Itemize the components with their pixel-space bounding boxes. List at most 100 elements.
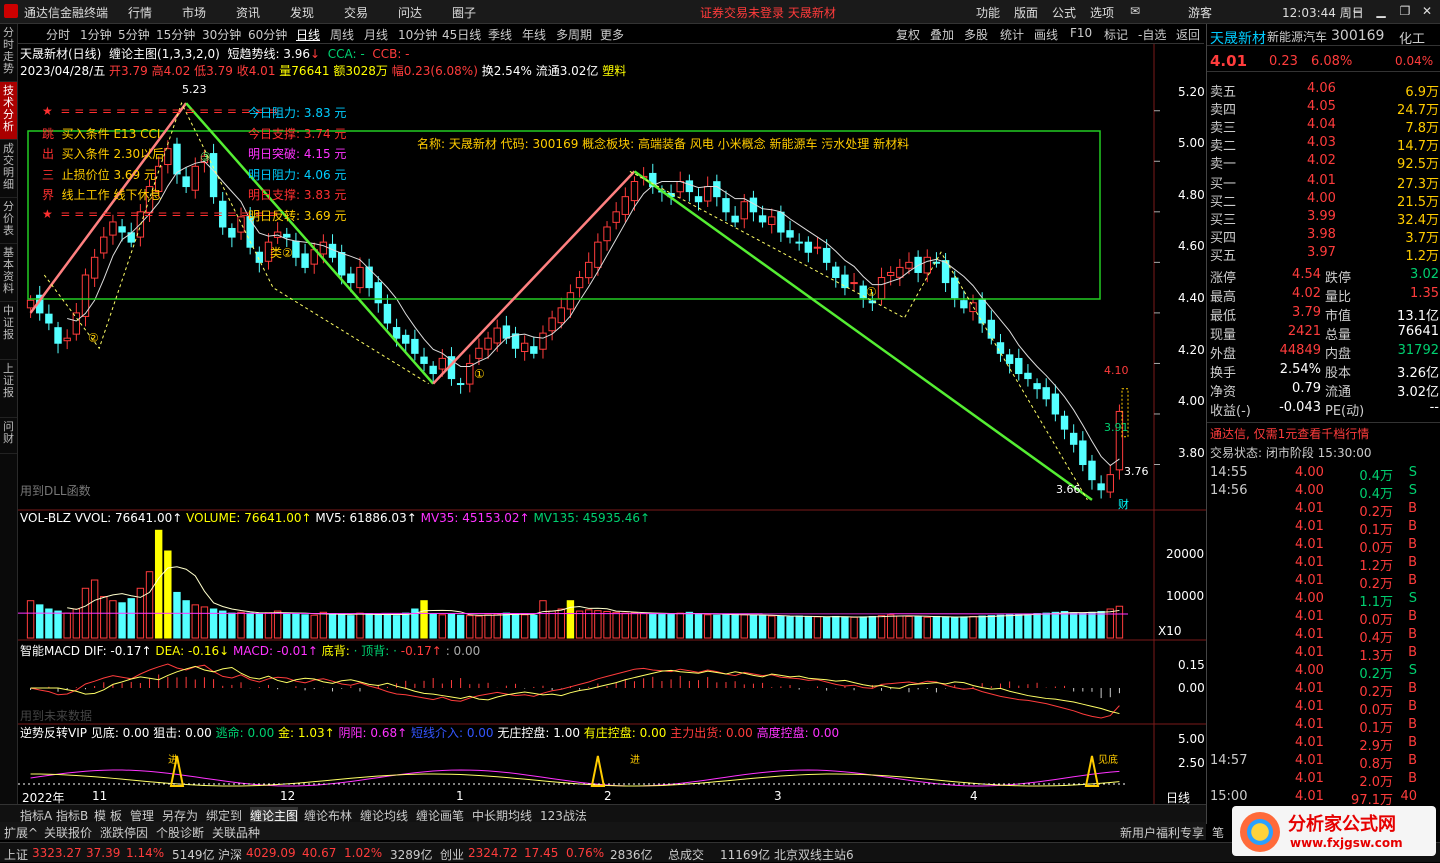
tick-row[interactable]: 4.01 0.0万 B (1207, 536, 1440, 556)
tab-trade-detail[interactable]: 成交明细 (0, 140, 17, 198)
bid-row[interactable]: 买五 3.97 1.2万 (1207, 244, 1440, 264)
tool-watchlist[interactable]: -自选 (1138, 26, 1166, 43)
period-timeshare[interactable]: 分时 (46, 26, 70, 43)
bid-row[interactable]: 买一 4.01 27.3万 (1207, 172, 1440, 192)
tab-pen[interactable]: 笔 (1212, 824, 1224, 841)
tick-row[interactable]: 4.01 0.1万 B (1207, 518, 1440, 538)
user-label[interactable]: 游客 (1188, 4, 1212, 21)
tick-row[interactable]: 4.00 1.1万 S (1207, 590, 1440, 610)
stat-row[interactable]: 收益(-) -0.043 PE(动) -- (1207, 399, 1440, 419)
period-15min[interactable]: 15分钟 (156, 26, 195, 43)
period-more[interactable]: 更多 (600, 26, 624, 43)
stat-row[interactable]: 现量 2421 总量 76641 (1207, 323, 1440, 343)
tool-stats[interactable]: 统计 (1000, 26, 1024, 43)
menu-market[interactable]: 行情 (128, 4, 152, 21)
tick-row[interactable]: 4.01 0.4万 B (1207, 626, 1440, 646)
restore-icon[interactable]: ❐ (1394, 2, 1416, 20)
tab-timeshare[interactable]: 分时走势 (0, 24, 17, 82)
stat-row[interactable]: 最低 3.79 市值 13.1亿 (1207, 304, 1440, 324)
tick-row[interactable]: 4.01 0.2万 B (1207, 572, 1440, 592)
tool-mark[interactable]: 标记 (1104, 26, 1128, 43)
tab-limit-reason[interactable]: 涨跌停因 (100, 824, 148, 841)
stat-row[interactable]: 最高 4.02 量比 1.35 (1207, 285, 1440, 305)
tool-overlay[interactable]: 叠加 (930, 26, 954, 43)
tab-sse-report[interactable]: 上证报 (0, 360, 17, 418)
tool-back[interactable]: 返回 (1176, 26, 1200, 43)
menu-circle[interactable]: 圈子 (452, 4, 476, 21)
period-daily[interactable]: 日线 (296, 26, 320, 43)
period-quarter[interactable]: 季线 (488, 26, 512, 43)
tick-row[interactable]: 4.00 0.2万 S (1207, 662, 1440, 682)
vol-indicator-name[interactable]: VOL-BLZ (20, 511, 71, 525)
menu-formula[interactable]: 公式 (1052, 4, 1076, 21)
tool-adjust[interactable]: 复权 (896, 26, 920, 43)
tick-row[interactable]: 4.01 2.9万 B (1207, 734, 1440, 754)
stat-row[interactable]: 外盘 44849 内盘 31792 (1207, 342, 1440, 362)
tick-row[interactable]: 14:56 4.00 0.4万 S (1207, 482, 1440, 502)
menu-discover[interactable]: 发现 (290, 4, 314, 21)
formula-name[interactable]: 缠论主图(1,3,3,2,0) (109, 47, 220, 61)
tab-related-product[interactable]: 关联品种 (212, 824, 260, 841)
tick-row[interactable]: 4.01 2.0万 B (1207, 770, 1440, 790)
index-hs-label[interactable]: 沪深 (218, 846, 242, 863)
tick-row[interactable]: 4.01 1.3万 B (1207, 644, 1440, 664)
tab-basic-info[interactable]: 基本资料 (0, 244, 17, 302)
menu-ask[interactable]: 问达 (398, 4, 422, 21)
ask-row[interactable]: 卖五 4.06 6.9万 (1207, 80, 1440, 100)
tick-row[interactable]: 14:55 4.00 0.4万 S (1207, 464, 1440, 484)
period-60min[interactable]: 60分钟 (248, 26, 287, 43)
menu-market2[interactable]: 市场 (182, 4, 206, 21)
tab-wencai[interactable]: 问财 (0, 418, 17, 454)
tool-multistock[interactable]: 多股 (964, 26, 988, 43)
ask-row[interactable]: 卖一 4.02 92.5万 (1207, 152, 1440, 172)
period-multi[interactable]: 多周期 (556, 26, 592, 43)
minimize-icon[interactable]: − (1346, 2, 1368, 20)
period-weekly[interactable]: 周线 (330, 26, 354, 43)
period-30min[interactable]: 30分钟 (202, 26, 241, 43)
macd-indicator-name[interactable]: 智能MACD (20, 644, 80, 658)
period-10min[interactable]: 10分钟 (398, 26, 437, 43)
tab-csi-report[interactable]: 中证报 (0, 302, 17, 360)
tick-row[interactable]: 4.01 0.0万 B (1207, 608, 1440, 628)
tool-draw[interactable]: 画线 (1034, 26, 1058, 43)
stat-row[interactable]: 换手 2.54% 股本 3.26亿 (1207, 361, 1440, 381)
stat-row[interactable]: 涨停 4.54 跌停 3.02 (1207, 266, 1440, 286)
period-45day[interactable]: 45日线 (442, 26, 481, 43)
login-notice[interactable]: 证券交易未登录 天晟新材 (700, 4, 836, 21)
tab-stock-diagnose[interactable]: 个股诊断 (156, 824, 204, 841)
menu-layout[interactable]: 版面 (1014, 4, 1038, 21)
period-1min[interactable]: 1分钟 (80, 26, 112, 43)
period-5min[interactable]: 5分钟 (118, 26, 150, 43)
tick-row[interactable]: 4.01 0.2万 B (1207, 680, 1440, 700)
menu-trade[interactable]: 交易 (344, 4, 368, 21)
ask-row[interactable]: 卖二 4.03 14.7万 (1207, 134, 1440, 154)
newuser-link[interactable]: 新用户福利专享 (1120, 824, 1204, 841)
mail-icon[interactable]: ✉ (1130, 4, 1140, 18)
tab-related-quote[interactable]: 关联报价 (44, 824, 92, 841)
tick-row[interactable]: 4.01 0.2万 B (1207, 500, 1440, 520)
bid-row[interactable]: 买二 4.00 21.5万 (1207, 190, 1440, 210)
fin-icon[interactable]: 财 (1118, 496, 1129, 512)
tick-row[interactable]: 4.01 1.2万 B (1207, 554, 1440, 574)
bid-row[interactable]: 买四 3.98 3.7万 (1207, 226, 1440, 246)
menu-news[interactable]: 资讯 (236, 4, 260, 21)
period-monthly[interactable]: 月线 (364, 26, 388, 43)
index-cy-label[interactable]: 创业 (440, 846, 464, 863)
menu-options[interactable]: 选项 (1090, 4, 1114, 21)
ask-row[interactable]: 卖四 4.05 24.7万 (1207, 98, 1440, 118)
minimize-icon-2[interactable]: ▁ (1370, 2, 1392, 20)
tab-tech-analysis[interactable]: 技术分析 (0, 82, 17, 140)
vip-indicator-name[interactable]: 逆势反转VIP (20, 726, 87, 740)
tool-f10[interactable]: F10 (1070, 26, 1092, 40)
quote-industry[interactable]: 化工 (1399, 28, 1425, 47)
promo-banner[interactable]: 通达信, 仅需1元查看千档行情 (1207, 422, 1440, 442)
ask-row[interactable]: 卖三 4.04 7.8万 (1207, 116, 1440, 136)
tick-row[interactable]: 4.01 0.1万 B (1207, 716, 1440, 736)
tab-expand[interactable]: 扩展^ (4, 824, 38, 841)
bid-row[interactable]: 买三 3.99 32.4万 (1207, 208, 1440, 228)
tick-row[interactable]: 14:57 4.01 0.8万 B (1207, 752, 1440, 772)
period-year[interactable]: 年线 (522, 26, 546, 43)
close-icon[interactable]: ✕ (1416, 2, 1438, 20)
index-sh-label[interactable]: 上证 (4, 846, 28, 863)
promo-text[interactable]: 通达信, 仅需1元查看千档行情 (1210, 425, 1369, 442)
